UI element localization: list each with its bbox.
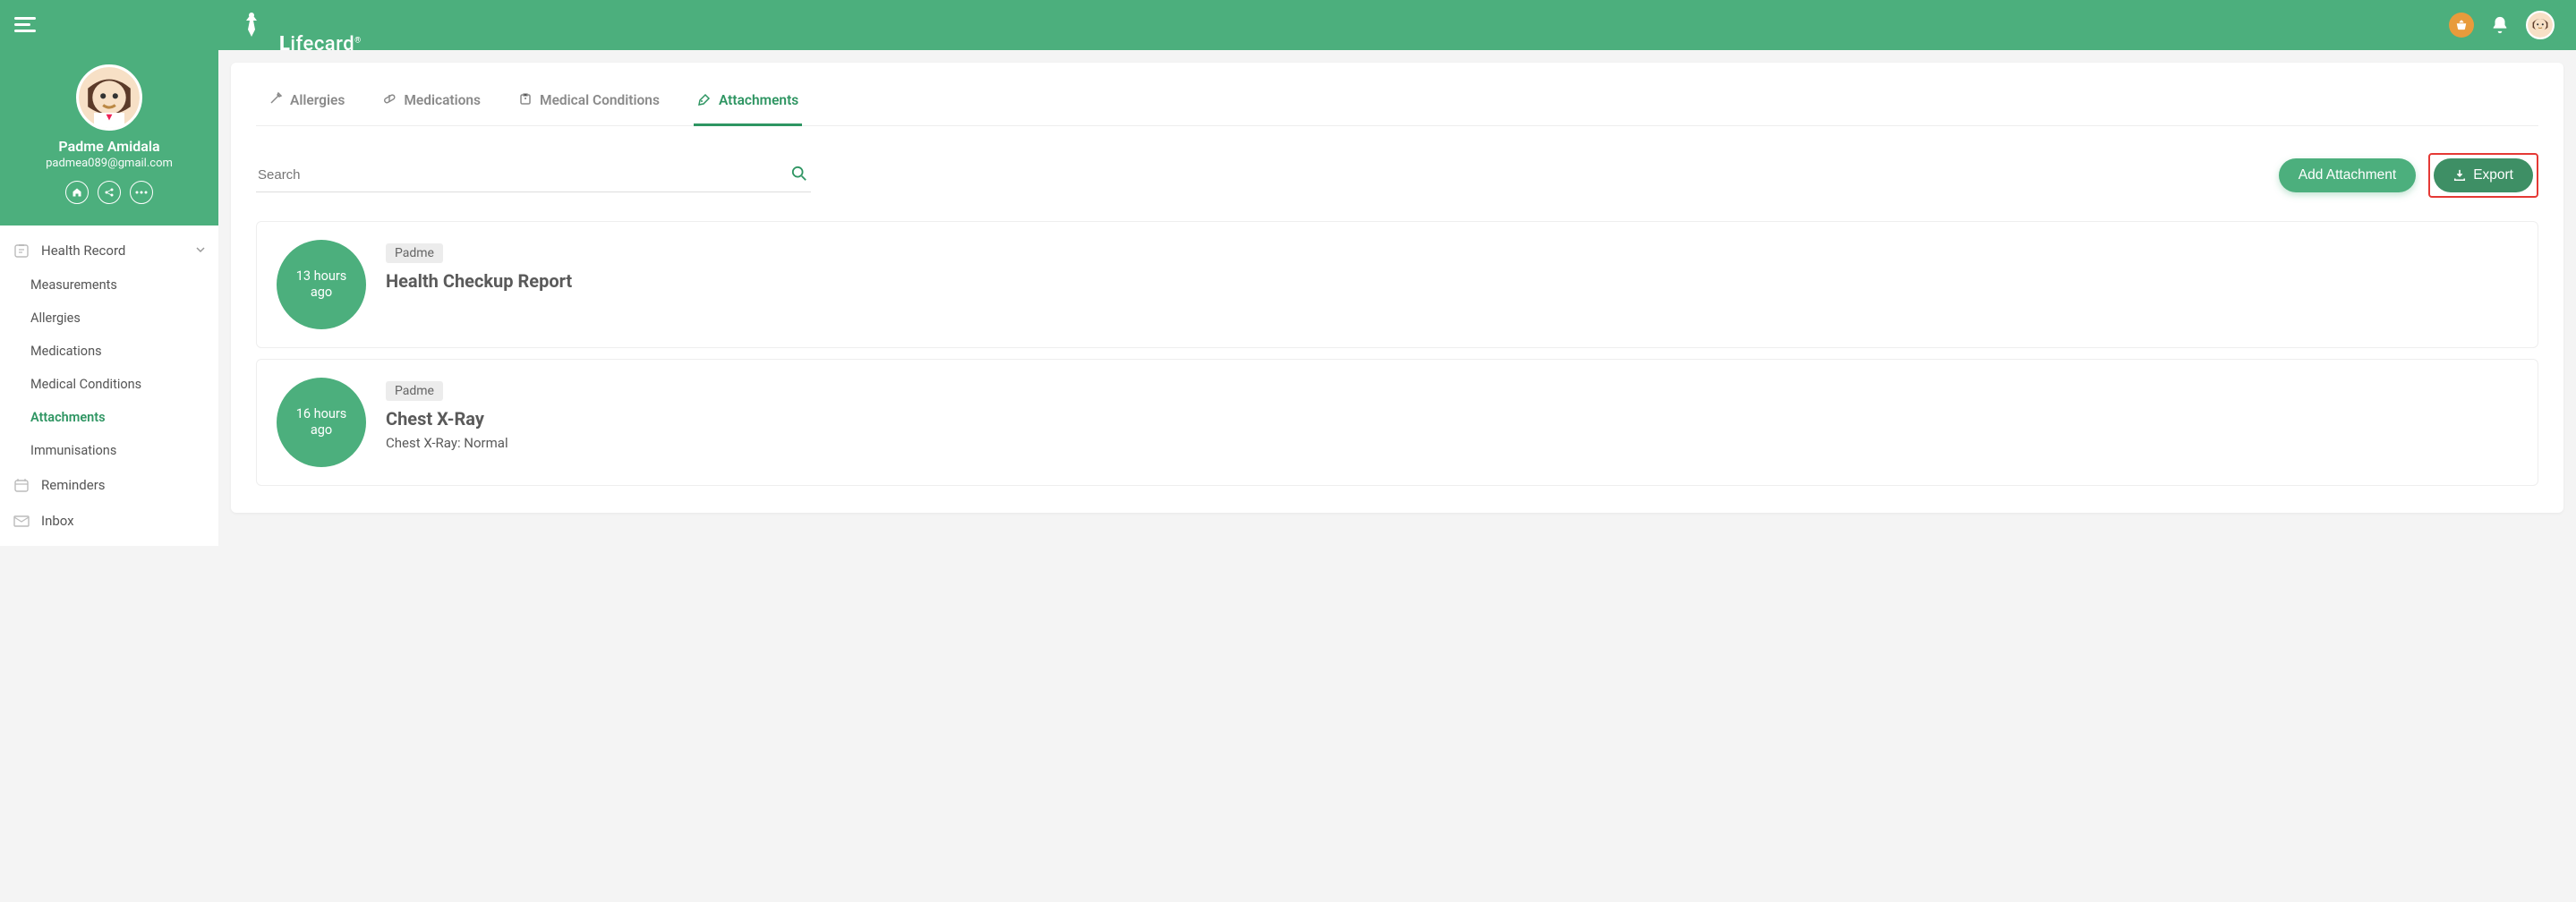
home-button[interactable] xyxy=(65,181,89,204)
sidebar-item-allergies[interactable]: Allergies xyxy=(0,302,218,335)
export-label: Export xyxy=(2473,167,2513,183)
sidebar-item-medical-conditions[interactable]: Medical Conditions xyxy=(0,368,218,401)
sidebar-item-reminders[interactable]: Reminders xyxy=(0,467,218,503)
tab-icon xyxy=(518,91,533,109)
profile-name: Padme Amidala xyxy=(9,138,209,155)
profile-block: Padme Amidala padmea089@gmail.com xyxy=(0,50,218,226)
top-bar: Lifecard® My way to better health. xyxy=(0,0,2576,50)
health-record-icon xyxy=(13,242,30,260)
share-button[interactable] xyxy=(98,181,121,204)
time-badge: 16 hoursago xyxy=(277,378,366,467)
attachment-item[interactable]: 16 hoursago Padme Chest X-Ray Chest X-Ray: … xyxy=(256,359,2538,486)
app-logo[interactable]: Lifecard® My way to better health. xyxy=(218,0,374,78)
tab-icon xyxy=(697,91,712,109)
bell-icon xyxy=(2490,15,2510,35)
sidebar-inbox-label: Inbox xyxy=(41,513,74,529)
sidebar: Padme Amidala padmea089@gmail.com Heal xyxy=(0,50,218,546)
search-icon[interactable] xyxy=(791,166,807,185)
tab-attachments[interactable]: Attachments xyxy=(694,81,802,126)
tab-medical-conditions[interactable]: Medical Conditions xyxy=(515,81,663,126)
time-badge: 13 hoursago xyxy=(277,240,366,329)
profile-email: padmea089@gmail.com xyxy=(9,157,209,170)
add-attachment-button[interactable]: Add Attachment xyxy=(2279,158,2416,192)
attachment-title: Health Checkup Report xyxy=(386,270,572,292)
sidebar-item-inbox[interactable]: Inbox xyxy=(0,503,218,539)
export-button[interactable]: Export xyxy=(2434,158,2533,192)
sidebar-reminders-label: Reminders xyxy=(41,477,106,493)
tab-bar: Allergies Medications Medical Conditions At… xyxy=(256,81,2538,126)
more-icon xyxy=(135,191,148,194)
owner-tag: Padme xyxy=(386,243,443,263)
sidebar-item-attachments[interactable]: Attachments xyxy=(0,401,218,434)
tab-label: Attachments xyxy=(719,92,798,108)
sidebar-group-label: Health Record xyxy=(41,243,125,259)
notifications-button[interactable] xyxy=(2490,15,2510,35)
owner-tag: Padme xyxy=(386,381,443,401)
avatar-large-icon xyxy=(79,67,140,128)
tab-icon xyxy=(269,91,283,109)
sidebar-item-medications[interactable]: Medications xyxy=(0,335,218,368)
logo-text-rest: ifecard xyxy=(290,33,354,55)
main-content: Allergies Medications Medical Conditions At… xyxy=(218,50,2576,546)
avatar-icon xyxy=(2528,13,2553,38)
attachment-item[interactable]: 13 hoursago Padme Health Checkup Report xyxy=(256,221,2538,348)
tab-icon xyxy=(382,91,397,109)
download-icon xyxy=(2453,169,2466,182)
sidebar-group-health-record[interactable]: Health Record xyxy=(0,233,218,268)
search-field-wrap xyxy=(256,158,811,192)
logo-tagline: My way to better health. xyxy=(267,71,374,78)
tab-label: Allergies xyxy=(290,92,345,108)
attachment-title: Chest X-Ray xyxy=(386,408,508,430)
basket-icon xyxy=(2455,19,2468,31)
tab-allergies[interactable]: Allergies xyxy=(265,81,348,126)
chevron-down-icon xyxy=(195,243,206,259)
home-icon xyxy=(72,187,82,198)
tab-label: Medical Conditions xyxy=(540,92,660,108)
tab-label: Medications xyxy=(404,92,481,108)
export-highlight-box: Export xyxy=(2428,153,2538,198)
sidebar-item-immunisations[interactable]: Immunisations xyxy=(0,434,218,467)
attachment-list: 13 hoursago Padme Health Checkup Report 16 … xyxy=(256,221,2538,486)
sidebar-item-measurements[interactable]: Measurements xyxy=(0,268,218,302)
reminders-icon xyxy=(13,476,30,494)
more-button[interactable] xyxy=(130,181,153,204)
basket-button[interactable] xyxy=(2449,13,2474,38)
logo-reg: ® xyxy=(354,37,362,46)
share-icon xyxy=(104,187,115,198)
user-avatar-top[interactable] xyxy=(2526,11,2555,39)
inbox-icon xyxy=(13,512,30,530)
logo-text-bold: L xyxy=(279,33,290,55)
attachment-desc: Chest X-Ray: Normal xyxy=(386,435,508,451)
add-attachment-label: Add Attachment xyxy=(2299,167,2396,183)
tab-medications[interactable]: Medications xyxy=(379,81,484,126)
search-input[interactable] xyxy=(256,158,811,192)
logo-mark-icon xyxy=(240,12,263,38)
profile-avatar[interactable] xyxy=(76,64,142,131)
menu-toggle-icon[interactable] xyxy=(14,17,36,33)
